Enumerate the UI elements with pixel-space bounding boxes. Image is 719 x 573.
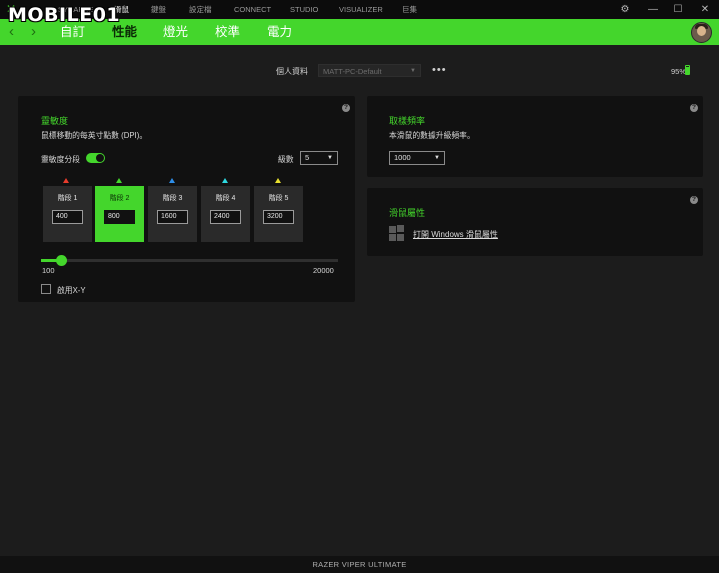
slider-max-label: 20000 — [313, 266, 334, 275]
dpi-slider-track[interactable] — [41, 259, 338, 262]
sensitivity-title: 靈敏度 — [41, 116, 69, 126]
profile-label: 個人資料 — [276, 67, 308, 76]
stage-4-indicator-icon — [222, 178, 228, 183]
battery-icon — [685, 65, 690, 75]
tab-power[interactable]: 電力 — [267, 24, 292, 40]
levels-select[interactable]: 5 ▼ — [300, 151, 338, 165]
stage-label: 階段 5 — [268, 195, 289, 202]
stage-5-indicator-icon — [275, 178, 281, 183]
profile-select[interactable]: MATT-PC-Default ▼ — [318, 64, 421, 77]
avatar[interactable] — [691, 22, 712, 43]
dpi-stage-2[interactable]: 階段 2 800 — [95, 186, 144, 242]
stage-label: 階段 4 — [215, 195, 236, 202]
minimize-icon[interactable]: — — [643, 0, 663, 19]
device-name: RAZER VIPER ULTIMATE — [312, 560, 407, 569]
chevron-down-icon: ▼ — [434, 155, 440, 161]
maximize-icon[interactable]: ☐ — [668, 0, 688, 19]
stage-3-indicator-icon — [169, 178, 175, 183]
topnav-keyboard[interactable]: 鍵盤 — [151, 0, 166, 19]
topnav-connect[interactable]: CONNECT — [234, 0, 271, 19]
more-options-icon[interactable]: ••• — [432, 64, 447, 76]
stages-toggle[interactable] — [86, 153, 105, 163]
gear-icon[interactable]: ⚙ — [615, 0, 635, 19]
topnav-studio[interactable]: STUDIO — [290, 0, 318, 19]
sensitivity-description: 鼠標移動的每英寸點數 (DPI)。 — [41, 131, 148, 140]
avatar-face — [697, 26, 706, 36]
stage-label: 階段 2 — [109, 195, 130, 202]
levels-label: 級數 — [278, 155, 294, 164]
footer-bar: RAZER VIPER ULTIMATE — [0, 556, 719, 573]
mouse-properties-title: 滑鼠屬性 — [389, 208, 426, 218]
polling-title: 取樣頻率 — [389, 116, 426, 126]
polling-rate-select[interactable]: 1000 ▼ — [389, 151, 445, 165]
topnav-profiles[interactable]: 設定檔 — [189, 0, 212, 19]
tab-lighting[interactable]: 燈光 — [163, 24, 188, 40]
help-icon[interactable]: ? — [342, 104, 350, 112]
chevron-down-icon: ▼ — [410, 68, 416, 74]
stage-dpi-input[interactable]: 800 — [104, 210, 135, 224]
open-windows-mouse-properties-link[interactable]: 打開 Windows 滑鼠屬性 — [413, 229, 498, 240]
dpi-stage-5[interactable]: 階段 5 3200 — [254, 186, 303, 242]
enable-xy-label: 啟用X-Y — [57, 286, 86, 295]
tab-performance[interactable]: 性能 — [112, 24, 137, 40]
stage-1-indicator-icon — [63, 178, 69, 183]
stage-dpi-input[interactable]: 1600 — [157, 210, 188, 224]
stage-label: 階段 3 — [162, 195, 183, 202]
stages-label: 靈敏度分段 — [41, 155, 80, 164]
slider-min-label: 100 — [42, 266, 55, 275]
title-bar: ✕ MOBILE01 SYNAPSE 滑鼠 鍵盤 設定檔 CONNECT STU… — [0, 0, 719, 26]
stage-dpi-input[interactable]: 2400 — [210, 210, 241, 224]
windows-icon — [389, 225, 405, 241]
enable-xy-checkbox[interactable] — [41, 284, 51, 294]
dpi-stage-4[interactable]: 階段 4 2400 — [201, 186, 250, 242]
dpi-stage-1[interactable]: 階段 1 400 — [43, 186, 92, 242]
levels-select-value: 5 — [305, 153, 310, 162]
battery-percent: 95% — [671, 67, 687, 76]
dpi-stage-3[interactable]: 階段 3 1600 — [148, 186, 197, 242]
stage-label: 階段 1 — [57, 195, 78, 202]
tab-calibration[interactable]: 校準 — [215, 24, 240, 40]
topnav-visualizer[interactable]: VISUALIZER — [339, 0, 383, 19]
stage-dpi-input[interactable]: 400 — [52, 210, 83, 224]
profile-select-value: MATT-PC-Default — [323, 67, 382, 76]
close-icon[interactable]: ✕ — [695, 0, 715, 19]
toggle-knob — [96, 154, 104, 162]
mouse-properties-panel — [367, 188, 703, 256]
help-icon[interactable]: ? — [690, 104, 698, 112]
chevron-down-icon: ▼ — [327, 155, 333, 161]
polling-description: 本滑鼠的數據升級頻率。 — [389, 131, 475, 140]
topnav-macros[interactable]: 巨集 — [402, 0, 417, 19]
polling-rate-value: 1000 — [394, 153, 411, 162]
tab-customize[interactable]: 自訂 — [60, 24, 85, 40]
watermark-logo: MOBILE01 — [8, 4, 121, 26]
stage-2-indicator-icon — [116, 178, 122, 183]
help-icon[interactable]: ? — [690, 196, 698, 204]
stage-dpi-input[interactable]: 3200 — [263, 210, 294, 224]
